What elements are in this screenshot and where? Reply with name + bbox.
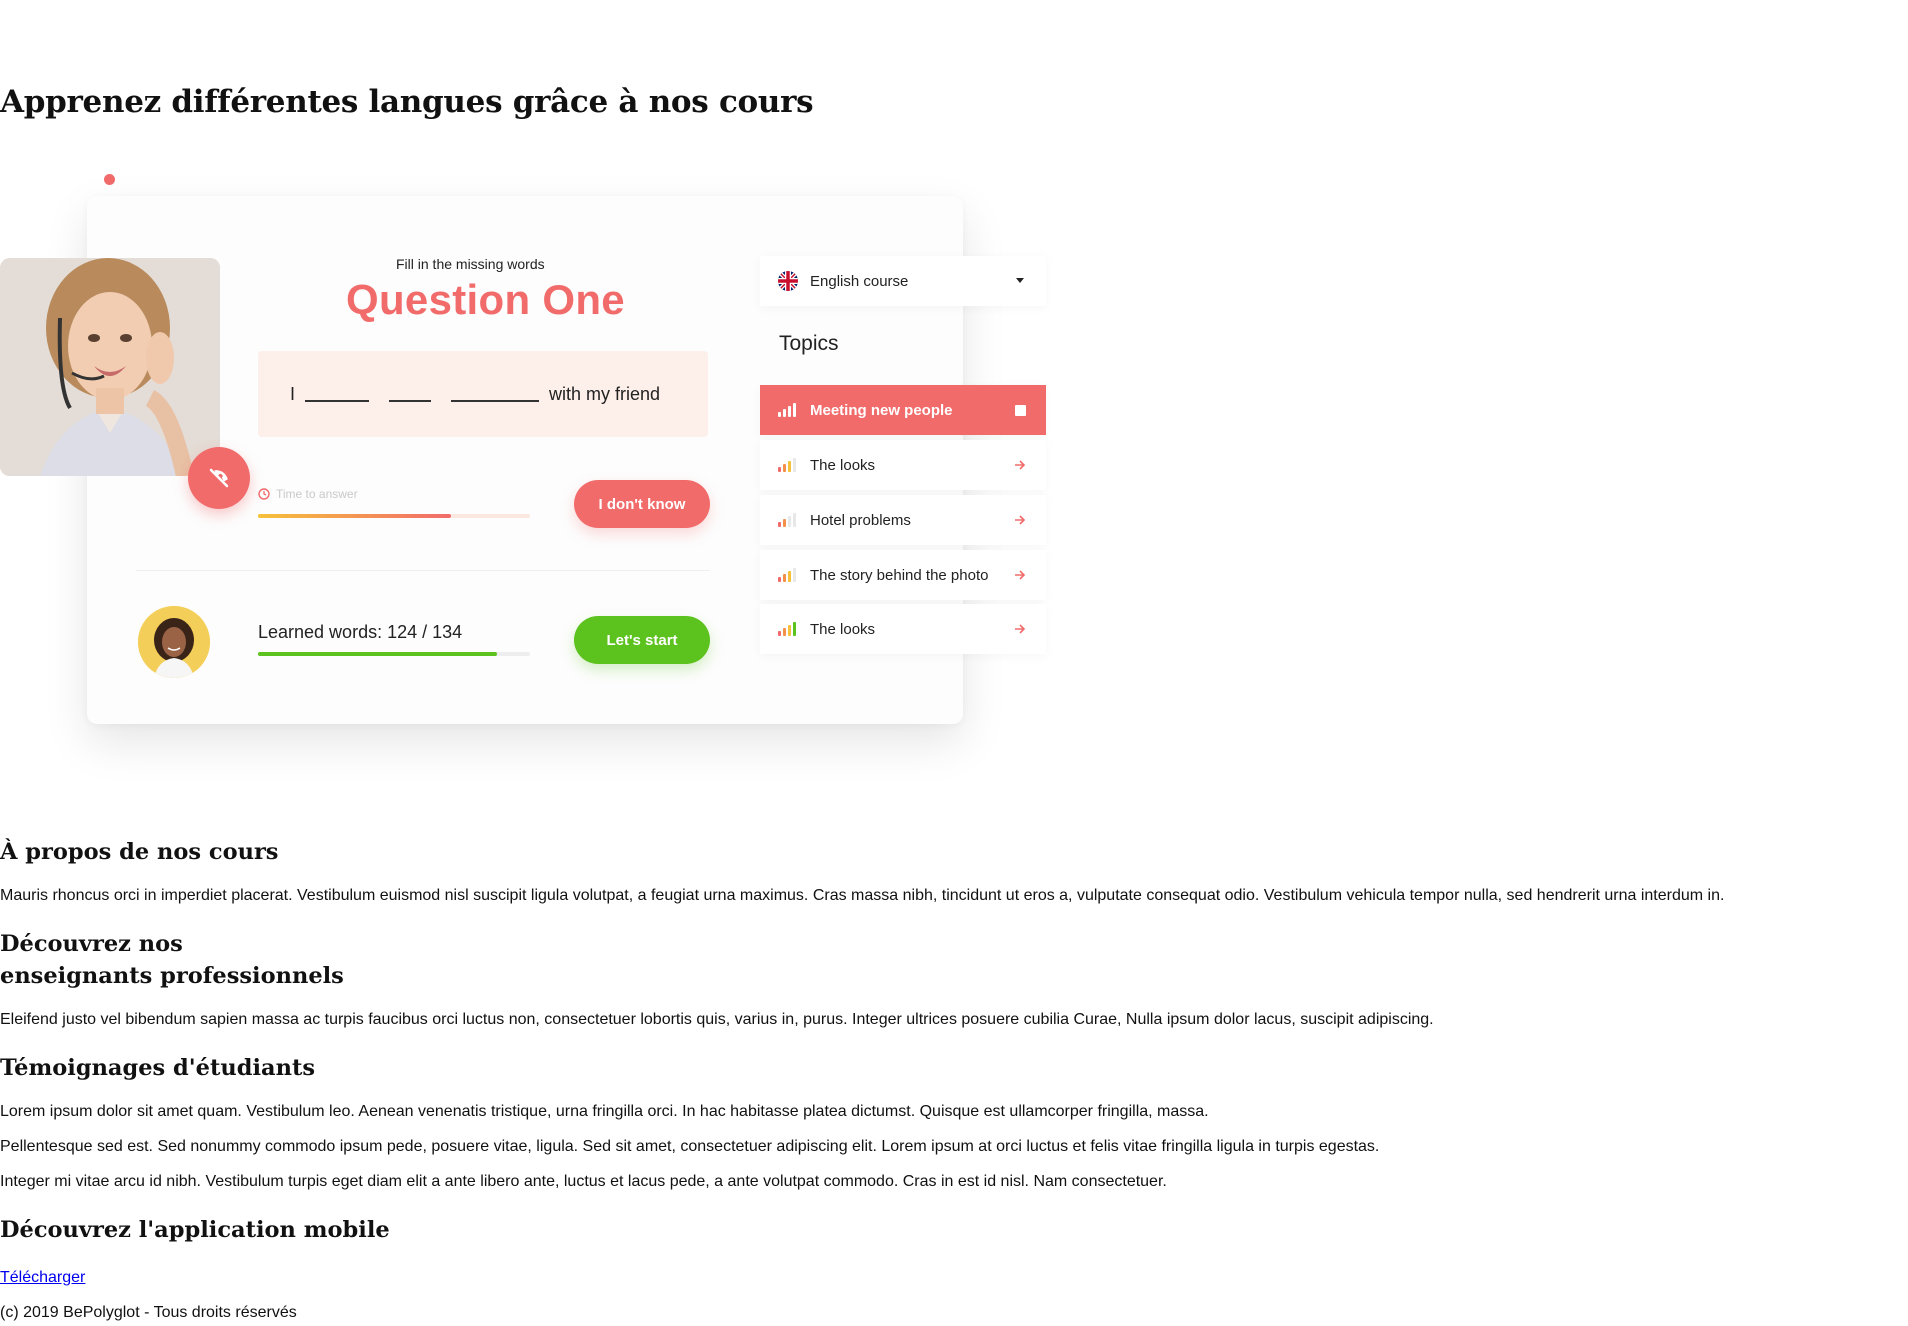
question-sentence: I with my friend xyxy=(258,351,708,437)
window-dot xyxy=(104,174,115,185)
stop-icon xyxy=(1015,404,1026,416)
uk-flag-icon xyxy=(778,271,798,291)
dont-know-button[interactable]: I don't know xyxy=(574,480,710,528)
phone-off-icon xyxy=(209,468,229,488)
testimonial-item: Integer mi vitae arcu id nibh. Vestibulu… xyxy=(0,1173,1167,1190)
teachers-text: Eleifend justo vel bibendum sapien massa… xyxy=(0,1011,1434,1028)
teachers-heading-line1: Découvrez nos xyxy=(0,931,183,957)
blank-field-1[interactable] xyxy=(305,394,370,402)
level-bars-icon xyxy=(778,458,798,472)
sentence-start: I xyxy=(290,383,296,404)
mobile-app-heading: Découvrez l'application mobile xyxy=(0,1217,390,1243)
footer-copyright: (c) 2019 BePolyglot - Tous droits réserv… xyxy=(0,1304,297,1321)
topic-item-story-behind-photo[interactable]: The story behind the photo xyxy=(760,550,1046,600)
learned-progress-fill xyxy=(258,652,498,656)
student-portrait-image xyxy=(138,606,210,678)
topic-label: Meeting new people xyxy=(810,401,953,419)
topic-item-meeting-new-people[interactable]: Meeting new people xyxy=(760,385,1046,435)
learned-progress-bar xyxy=(258,652,530,656)
arrow-right-icon xyxy=(1014,604,1026,654)
timer-progress-bar xyxy=(258,514,530,518)
tutor-portrait-image xyxy=(0,258,220,476)
testimonials-heading: Témoignages d'étudiants xyxy=(0,1055,316,1081)
about-text: Mauris rhoncus orci in imperdiet placera… xyxy=(0,887,1725,904)
divider xyxy=(136,570,710,571)
timer-progress-fill xyxy=(258,514,452,518)
level-bars-icon xyxy=(778,568,798,582)
topic-item-the-looks[interactable]: The looks xyxy=(760,440,1046,490)
learned-words-label: Learned words: 124 / 134 xyxy=(258,622,463,642)
teachers-heading: Découvrez nos enseignants professionnels xyxy=(0,928,344,992)
hero-mockup: Fill in the missing words Question One I… xyxy=(0,150,1060,800)
lets-start-button[interactable]: Let's start xyxy=(574,616,710,664)
arrow-right-icon xyxy=(1014,440,1026,490)
topic-label: The looks xyxy=(810,456,876,474)
course-select-value: English course xyxy=(810,272,909,290)
testimonial-item: Lorem ipsum dolor sit amet quam. Vestibu… xyxy=(0,1103,1209,1120)
topic-item-hotel-problems[interactable]: Hotel problems xyxy=(760,495,1046,545)
question-subtitle: Fill in the missing words xyxy=(396,256,545,272)
teachers-heading-line2: enseignants professionnels xyxy=(0,963,344,989)
level-bars-icon xyxy=(778,513,798,527)
blank-field-3[interactable] xyxy=(451,394,540,402)
topic-label: Hotel problems xyxy=(810,511,911,529)
tutor-photo xyxy=(0,258,220,476)
about-heading: À propos de nos cours xyxy=(0,839,279,865)
blank-field-2[interactable] xyxy=(389,394,432,402)
topic-label: The story behind the photo xyxy=(810,566,989,584)
question-title: Question One xyxy=(346,276,625,323)
download-link[interactable]: Télécharger xyxy=(0,1269,85,1287)
chevron-down-icon xyxy=(1016,278,1024,283)
timer-label-row: Time to answer xyxy=(258,487,358,501)
arrow-right-icon xyxy=(1014,550,1026,600)
hero-title: Apprenez différentes langues grâce à nos… xyxy=(0,84,814,120)
level-bars-icon xyxy=(778,622,798,636)
end-call-button[interactable] xyxy=(188,447,250,509)
clock-icon xyxy=(258,488,270,500)
course-select[interactable]: English course xyxy=(760,256,1046,306)
topic-label: The looks xyxy=(810,620,876,638)
level-bars-icon xyxy=(778,403,798,417)
timer-label: Time to answer xyxy=(276,487,358,501)
testimonial-item: Pellentesque sed est. Sed nonummy commod… xyxy=(0,1138,1380,1155)
sentence-end: with my friend xyxy=(549,383,661,404)
student-avatar xyxy=(138,606,210,678)
topic-item-the-looks-2[interactable]: The looks xyxy=(760,604,1046,654)
arrow-right-icon xyxy=(1014,495,1026,545)
page: Apprenez différentes langues grâce à nos… xyxy=(0,0,1908,1326)
topics-heading: Topics xyxy=(779,332,839,355)
